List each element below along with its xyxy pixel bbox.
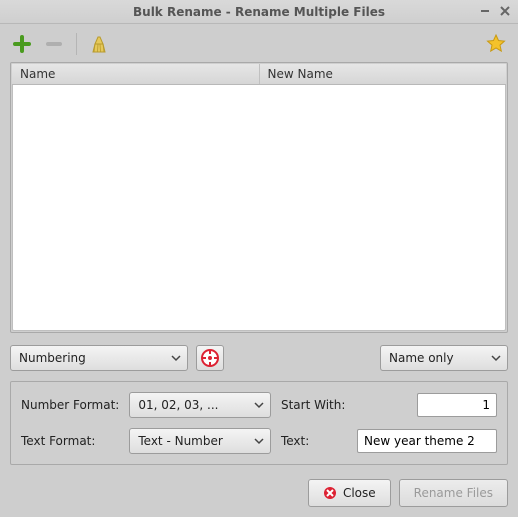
- column-name[interactable]: Name: [12, 64, 260, 84]
- options-panel: Number Format: 01, 02, 03, ... Start Wit…: [10, 381, 508, 465]
- text-input[interactable]: [357, 429, 497, 453]
- number-format-combo[interactable]: 01, 02, 03, ...: [129, 392, 271, 418]
- chevron-down-icon: [171, 353, 181, 363]
- text-format-label: Text Format:: [21, 434, 119, 448]
- chevron-down-icon: [254, 400, 264, 410]
- add-files-button[interactable]: [10, 32, 34, 56]
- start-with-label: Start With:: [281, 398, 345, 412]
- favorite-button[interactable]: [484, 32, 508, 56]
- text-label: Text:: [281, 434, 345, 448]
- close-button-label: Close: [343, 486, 376, 500]
- list-body[interactable]: [12, 85, 506, 331]
- minimize-button[interactable]: [478, 4, 492, 18]
- rename-scope-value: Name only: [389, 351, 454, 365]
- remove-files-button[interactable]: [42, 32, 66, 56]
- list-header: Name New Name: [12, 64, 506, 85]
- text-format-value: Text - Number: [138, 434, 222, 448]
- help-button[interactable]: [196, 345, 224, 371]
- clear-button[interactable]: [87, 32, 111, 56]
- close-icon: [323, 486, 337, 500]
- toolbar: [10, 30, 508, 62]
- window-title: Bulk Rename - Rename Multiple Files: [133, 5, 385, 19]
- toolbar-separator: [76, 33, 77, 55]
- number-format-value: 01, 02, 03, ...: [138, 398, 218, 412]
- rename-scope-combo[interactable]: Name only: [380, 345, 508, 371]
- title-bar: Bulk Rename - Rename Multiple Files: [0, 0, 518, 24]
- chevron-down-icon: [491, 353, 501, 363]
- number-format-label: Number Format:: [21, 398, 119, 412]
- rename-files-label: Rename Files: [414, 486, 493, 500]
- start-with-input[interactable]: [417, 393, 497, 417]
- file-list: Name New Name: [10, 62, 508, 333]
- text-format-combo[interactable]: Text - Number: [129, 428, 271, 454]
- column-new-name[interactable]: New Name: [260, 64, 507, 84]
- chevron-down-icon: [254, 436, 264, 446]
- close-window-button[interactable]: [498, 4, 512, 18]
- rename-mode-combo[interactable]: Numbering: [10, 345, 188, 371]
- rename-files-button[interactable]: Rename Files: [399, 479, 508, 507]
- close-button[interactable]: Close: [308, 479, 391, 507]
- rename-mode-value: Numbering: [19, 351, 86, 365]
